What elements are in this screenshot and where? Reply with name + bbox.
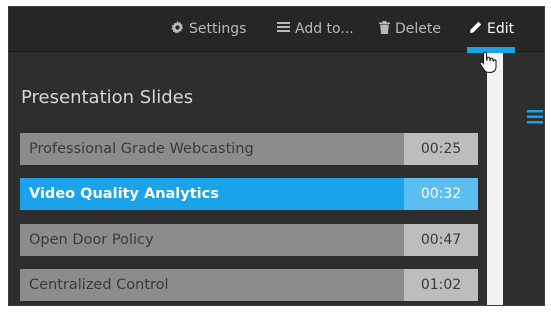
slide-duration: 00:47 bbox=[404, 224, 478, 256]
slide-row[interactable]: Centralized Control 01:02 bbox=[20, 269, 478, 301]
app-window: Settings Add to... Delete Edit Presentat… bbox=[8, 6, 545, 306]
hand-cursor-icon bbox=[479, 51, 497, 77]
slide-title: Professional Grade Webcasting bbox=[29, 141, 254, 157]
menu-icon[interactable] bbox=[527, 109, 543, 128]
settings-label: Settings bbox=[189, 21, 247, 37]
delete-label: Delete bbox=[395, 21, 441, 37]
slide-duration: 01:02 bbox=[404, 269, 478, 301]
slide-title: Centralized Control bbox=[29, 277, 169, 293]
panel-title: Presentation Slides bbox=[21, 87, 194, 108]
gear-icon bbox=[171, 20, 189, 38]
slide-row[interactable]: Open Door Policy 00:47 bbox=[20, 224, 478, 256]
slide-row-selected[interactable]: Video Quality Analytics 00:32 bbox=[20, 178, 478, 210]
toolbar: Settings Add to... Delete Edit bbox=[9, 7, 544, 52]
edit-label: Edit bbox=[487, 21, 515, 37]
slide-duration: 00:32 bbox=[404, 178, 478, 210]
slide-title: Video Quality Analytics bbox=[29, 186, 219, 202]
delete-button[interactable]: Delete bbox=[379, 19, 441, 39]
pencil-icon bbox=[469, 21, 487, 38]
settings-button[interactable]: Settings bbox=[171, 19, 246, 39]
scrollbar-thumb[interactable] bbox=[487, 53, 503, 305]
slide-duration: 00:25 bbox=[404, 133, 478, 165]
list-icon bbox=[277, 21, 295, 37]
slide-title: Open Door Policy bbox=[29, 232, 154, 248]
edit-button[interactable]: Edit bbox=[469, 19, 514, 39]
add-to-label: Add to... bbox=[295, 21, 354, 37]
trash-icon bbox=[379, 20, 395, 38]
slide-row[interactable]: Professional Grade Webcasting 00:25 bbox=[20, 133, 478, 165]
add-to-button[interactable]: Add to... bbox=[277, 19, 354, 39]
scrollbar[interactable] bbox=[487, 53, 503, 305]
